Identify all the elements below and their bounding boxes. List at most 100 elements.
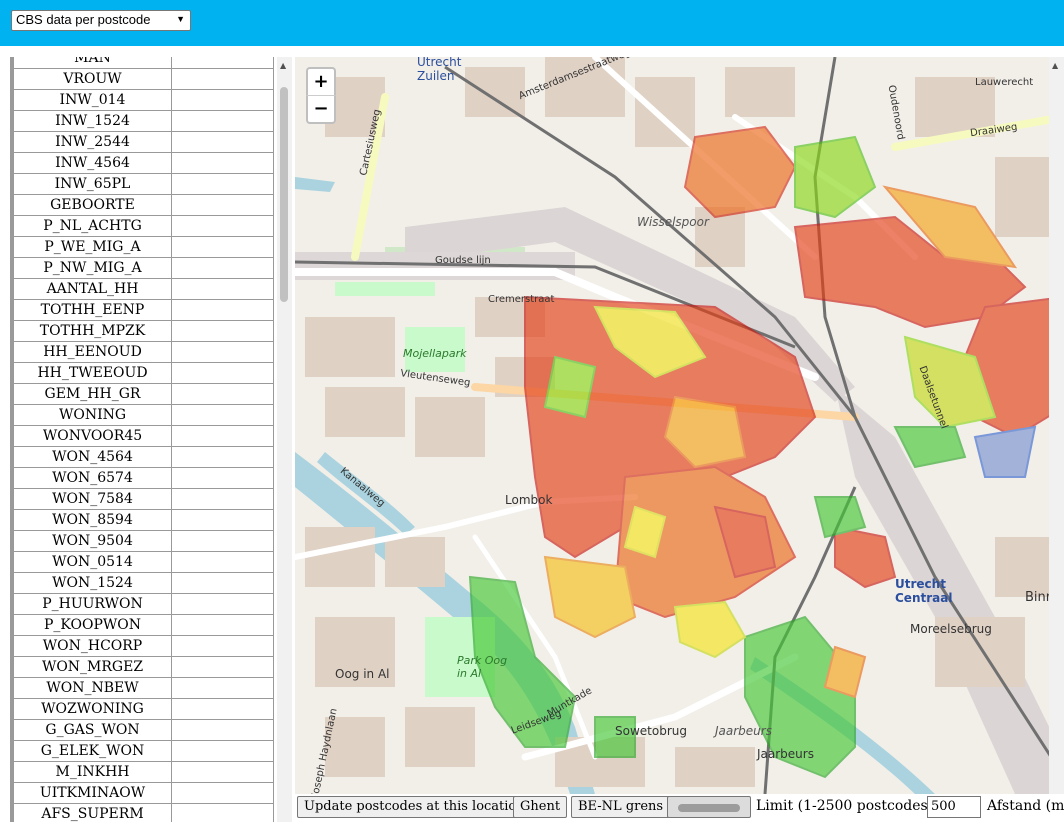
map-label-zuilen: Utrecht Zuilen [417, 57, 462, 83]
map-scrollbar[interactable]: ▲ [1049, 57, 1064, 794]
attribute-row: HH_TWEEOUD [13, 362, 274, 384]
limit-label: Limit (1-2500 postcodes): [756, 798, 938, 814]
attribute-row: WON_1524 [13, 572, 274, 594]
attribute-value [171, 320, 274, 342]
attribute-value [171, 593, 274, 615]
attribute-row: WON_0514 [13, 551, 274, 573]
scroll-up-icon[interactable]: ▲ [280, 61, 286, 70]
attribute-value [171, 698, 274, 720]
attribute-value [171, 404, 274, 426]
attribute-name: WON_HCORP [13, 635, 172, 657]
attribute-name: WON_7584 [13, 488, 172, 510]
limit-input[interactable]: 500 [927, 796, 981, 818]
map-label-sowetobrug: Sowetobrug [615, 724, 687, 738]
attribute-value [171, 299, 274, 321]
map-label-jaarbeurs: Jaarbeurs [757, 747, 814, 761]
map-label-moreelsebrug: Moreelsebrug [910, 622, 992, 636]
attribute-name: WON_NBEW [13, 677, 172, 699]
attribute-name: G_ELEK_WON [13, 740, 172, 762]
attribute-row: WON_8594 [13, 509, 274, 531]
attribute-value [171, 383, 274, 405]
zoom-out-button[interactable]: − [306, 95, 336, 124]
layer-select[interactable]: CBS data per postcode ▼ [11, 10, 191, 31]
attribute-name: WON_1524 [13, 572, 172, 594]
layer-select-value: CBS data per postcode [16, 12, 151, 27]
attribute-value [171, 467, 274, 489]
attribute-name: P_WE_MIG_A [13, 236, 172, 258]
chevron-down-icon: ▼ [176, 14, 185, 24]
attribute-row: WON_7584 [13, 488, 274, 510]
attribute-row: INW_65PL [13, 173, 274, 195]
attribute-name: P_NW_MIG_A [13, 257, 172, 279]
attribute-row: P_NL_ACHTG [13, 215, 274, 237]
attribute-value [171, 761, 274, 783]
attribute-name: VROUW [13, 68, 172, 90]
attribute-row: MAN [13, 57, 274, 69]
attribute-row: WOZWONING [13, 698, 274, 720]
distance-label: Afstand (m) [987, 798, 1064, 814]
attribute-value [171, 57, 274, 69]
attribute-value [171, 68, 274, 90]
attribute-row: INW_4564 [13, 152, 274, 174]
attribute-value [171, 719, 274, 741]
be-nl-border-button[interactable]: BE-NL grens [571, 796, 671, 818]
attribute-row: UITKMINAOW [13, 782, 274, 804]
attribute-name: TOTHH_EENP [13, 299, 172, 321]
attribute-value [171, 488, 274, 510]
attribute-value [171, 530, 274, 552]
zoom-in-button[interactable]: + [306, 67, 336, 97]
panel-scrollbar-thumb[interactable] [280, 87, 288, 302]
attribute-row: WON_NBEW [13, 677, 274, 699]
panel-scrollbar[interactable]: ▲ [277, 57, 292, 822]
attribute-value [171, 656, 274, 678]
attribute-row: GEM_HH_GR [13, 383, 274, 405]
attribute-name: WON_MRGEZ [13, 656, 172, 678]
map-label-lombok: Lombok [505, 493, 553, 507]
attribute-row: G_GAS_WON [13, 719, 274, 741]
attribute-value [171, 257, 274, 279]
map-view[interactable]: + − Utrecht Zuilen Wisselspoor Lombok Ut… [295, 57, 1064, 794]
attribute-name: WON_9504 [13, 530, 172, 552]
attribute-value [171, 782, 274, 804]
attribute-row: P_NW_MIG_A [13, 257, 274, 279]
map-label-goudse-lijn: Goudse lijn [435, 255, 491, 266]
map-label-oog-in-al: Oog in Al [335, 667, 390, 681]
ghent-button[interactable]: Ghent [513, 796, 568, 818]
attribute-row: TOTHH_MPZK [13, 320, 274, 342]
attribute-table: MAN VROUW INW_014 INW_1524 INW_2544 INW_4564 I… [13, 57, 274, 822]
attribute-value [171, 572, 274, 594]
map-label-utrecht-centraal: Utrecht Centraal [895, 577, 953, 605]
attribute-row: TOTHH_EENP [13, 299, 274, 321]
attribute-name: INW_1524 [13, 110, 172, 132]
scroll-up-icon[interactable]: ▲ [1052, 61, 1058, 70]
attribute-row: AFS_SUPERM [13, 803, 274, 822]
attribute-value [171, 446, 274, 468]
attribute-row: AANTAL_HH [13, 278, 274, 300]
attribute-row: WONVOOR45 [13, 425, 274, 447]
attribute-row: P_HUURWON [13, 593, 274, 615]
blurred-button[interactable] [667, 796, 751, 818]
map-label-lauwerecht: Lauwerecht [975, 77, 1034, 88]
attribute-name: GEBOORTE [13, 194, 172, 216]
attribute-panel: MAN VROUW INW_014 INW_1524 INW_2544 INW_4564 I… [0, 57, 292, 822]
attribute-row: INW_014 [13, 89, 274, 111]
attribute-value [171, 215, 274, 237]
bottom-controls: Update postcodes at this location Ghent … [295, 795, 1064, 822]
attribute-value [171, 341, 274, 363]
attribute-name: INW_65PL [13, 173, 172, 195]
attribute-name: GEM_HH_GR [13, 383, 172, 405]
attribute-row: WONING [13, 404, 274, 426]
attribute-value [171, 236, 274, 258]
attribute-name: AFS_SUPERM [13, 803, 172, 822]
attribute-row: WON_9504 [13, 530, 274, 552]
map-label-park-oog: Park Oog in Al [457, 654, 508, 680]
update-postcodes-button[interactable]: Update postcodes at this location [297, 796, 532, 818]
attribute-name: HH_TWEEOUD [13, 362, 172, 384]
attribute-row: WON_6574 [13, 467, 274, 489]
attribute-value [171, 110, 274, 132]
attribute-row: P_KOOPWON [13, 614, 274, 636]
attribute-value [171, 635, 274, 657]
attribute-row: INW_1524 [13, 110, 274, 132]
map-label-jaarbeurs-italic: Jaarbeurs [715, 724, 772, 738]
attribute-name: WON_0514 [13, 551, 172, 573]
